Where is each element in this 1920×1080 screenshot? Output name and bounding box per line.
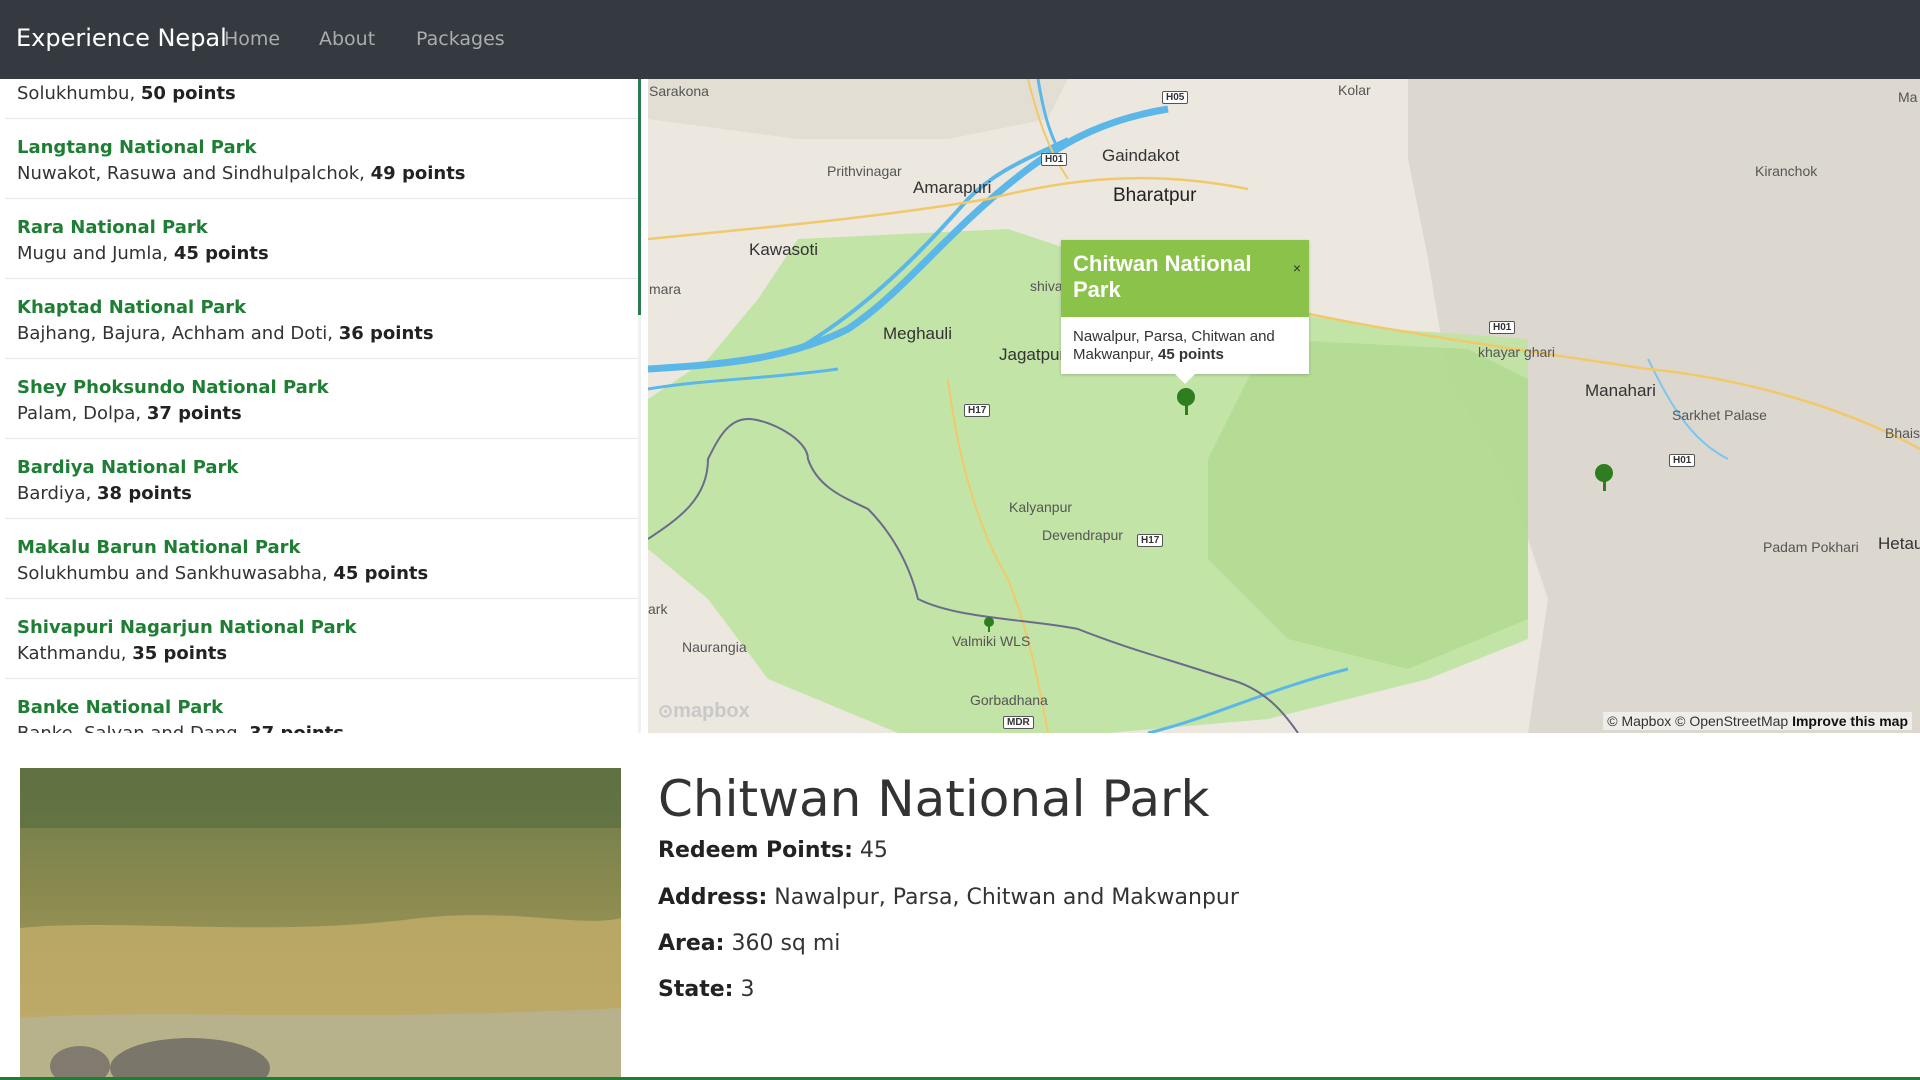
map-label: Bharatpur bbox=[1113, 185, 1197, 206]
park-title: Chitwan National Park bbox=[658, 770, 1210, 828]
navbar: Experience Nepal Home About Packages bbox=[0, 0, 1920, 79]
close-icon[interactable]: × bbox=[1293, 260, 1301, 276]
park-desc: Banke, Salyan and Dang, 37 points bbox=[17, 723, 344, 733]
map-attribution: © Mapbox © OpenStreetMap Improve this ma… bbox=[1603, 712, 1912, 730]
road-shield: H01 bbox=[1041, 153, 1068, 166]
park-desc: Nuwakot, Rasuwa and Sindhulpalchok, 49 p… bbox=[17, 163, 466, 184]
park-desc: Bardiya, 38 points bbox=[17, 483, 192, 504]
map-label: Sarakona bbox=[649, 83, 709, 99]
mapbox-logo[interactable]: ⊙mapbox bbox=[658, 700, 750, 723]
list-item[interactable]: Shivapuri Nagarjun National Park Kathman… bbox=[5, 599, 638, 679]
road-shield: H01 bbox=[1489, 321, 1516, 334]
map-label: Kolar bbox=[1338, 82, 1371, 98]
road-shield: H17 bbox=[1137, 534, 1164, 547]
map-label: Kawasoti bbox=[749, 240, 818, 259]
brand-logo[interactable]: Experience Nepal bbox=[16, 24, 227, 52]
improve-map-link[interactable]: Improve this map bbox=[1792, 713, 1908, 729]
map-label: Naurangia bbox=[682, 639, 747, 655]
map-label: Jagatpur bbox=[999, 345, 1066, 364]
nav-link-home[interactable]: Home bbox=[224, 28, 280, 50]
list-item[interactable]: Rara National Park Mugu and Jumla, 45 po… bbox=[5, 199, 638, 279]
map-label: ark bbox=[648, 601, 668, 617]
map-label: Kiranchok bbox=[1755, 163, 1818, 179]
map-label: Devendrapur bbox=[1042, 527, 1123, 543]
map-label: Manahari bbox=[1585, 381, 1656, 400]
list-item[interactable]: Shey Phoksundo National Park Palam, Dolp… bbox=[5, 359, 638, 439]
map-label: Gorbadhana bbox=[970, 692, 1048, 708]
road-shield: H01 bbox=[1669, 454, 1696, 467]
road-shield: H05 bbox=[1162, 91, 1189, 104]
park-name[interactable]: Rara National Park bbox=[17, 217, 208, 238]
popup-tip bbox=[1175, 374, 1195, 384]
list-item[interactable]: Solukhumbu, 50 points bbox=[5, 79, 638, 119]
list-item[interactable]: Makalu Barun National Park Solukhumbu an… bbox=[5, 519, 638, 599]
map-label: Ma bbox=[1898, 89, 1918, 105]
park-list: Solukhumbu, 50 points Langtang National … bbox=[0, 79, 638, 733]
map-label: Kalyanpur bbox=[1009, 499, 1073, 515]
road-shield: H17 bbox=[964, 404, 991, 417]
map-label: shiva bbox=[1030, 278, 1063, 294]
nav-link-about[interactable]: About bbox=[319, 28, 375, 50]
map-label: khayar ghari bbox=[1478, 344, 1556, 360]
redeem-points: Redeem Points: 45 bbox=[658, 838, 888, 863]
map-label: Bhaise bbox=[1885, 425, 1920, 441]
map-label: Amarapuri bbox=[913, 178, 992, 197]
park-desc: Palam, Dolpa, 37 points bbox=[17, 403, 242, 424]
map[interactable]: Sarakona Kolar Prithvinagar Gaindakot Am… bbox=[648, 79, 1920, 733]
park-name[interactable]: Khaptad National Park bbox=[17, 297, 246, 318]
map-label: Prithvinagar bbox=[827, 163, 902, 179]
park-name[interactable]: Langtang National Park bbox=[17, 137, 256, 158]
attribution-text[interactable]: © Mapbox © OpenStreetMap bbox=[1607, 713, 1788, 729]
map-label: Sarkhet Palase bbox=[1672, 407, 1767, 423]
map-label: Padam Pokhari bbox=[1763, 539, 1859, 555]
popup-body: Nawalpur, Parsa, Chitwan and Makwanpur, … bbox=[1073, 328, 1275, 363]
park-name[interactable]: Banke National Park bbox=[17, 697, 223, 718]
map-label: mara bbox=[649, 281, 681, 297]
popup-title: Chitwan National Park bbox=[1073, 251, 1252, 302]
park-name[interactable]: Bardiya National Park bbox=[17, 457, 238, 478]
park-desc: Solukhumbu and Sankhuwasabha, 45 points bbox=[17, 563, 429, 584]
popup-header: Chitwan National Park × bbox=[1061, 240, 1309, 317]
map-popup: Chitwan National Park × Nawalpur, Parsa,… bbox=[1061, 240, 1309, 384]
map-label: Hetaud bbox=[1878, 534, 1920, 553]
park-area: Area: 360 sq mi bbox=[658, 931, 841, 956]
park-desc: Bajhang, Bajura, Achham and Doti, 36 poi… bbox=[17, 323, 434, 344]
park-address: Address: Nawalpur, Parsa, Chitwan and Ma… bbox=[658, 885, 1239, 910]
park-name[interactable]: Makalu Barun National Park bbox=[17, 537, 301, 558]
park-desc: Kathmandu, 35 points bbox=[17, 643, 228, 664]
list-item[interactable]: Khaptad National Park Bajhang, Bajura, A… bbox=[5, 279, 638, 359]
map-label: Gaindakot bbox=[1102, 146, 1180, 165]
map-label: Meghauli bbox=[883, 324, 952, 343]
map-label: Valmiki WLS bbox=[952, 633, 1031, 649]
list-item[interactable]: Langtang National Park Nuwakot, Rasuwa a… bbox=[5, 119, 638, 199]
park-desc: Mugu and Jumla, 45 points bbox=[17, 243, 269, 264]
list-item[interactable]: Bardiya National Park Bardiya, 38 points bbox=[5, 439, 638, 519]
park-photo bbox=[20, 768, 621, 1080]
road-shield: MDR bbox=[1003, 716, 1034, 729]
park-desc: Solukhumbu, 50 points bbox=[17, 83, 236, 104]
list-item[interactable]: Banke National Park Banke, Salyan and Da… bbox=[5, 679, 638, 733]
nav-link-packages[interactable]: Packages bbox=[416, 28, 505, 50]
park-name[interactable]: Shivapuri Nagarjun National Park bbox=[17, 617, 356, 638]
scrollbar-thumb[interactable] bbox=[638, 79, 641, 315]
park-name[interactable]: Shey Phoksundo National Park bbox=[17, 377, 329, 398]
park-state: State: 3 bbox=[658, 977, 755, 1002]
